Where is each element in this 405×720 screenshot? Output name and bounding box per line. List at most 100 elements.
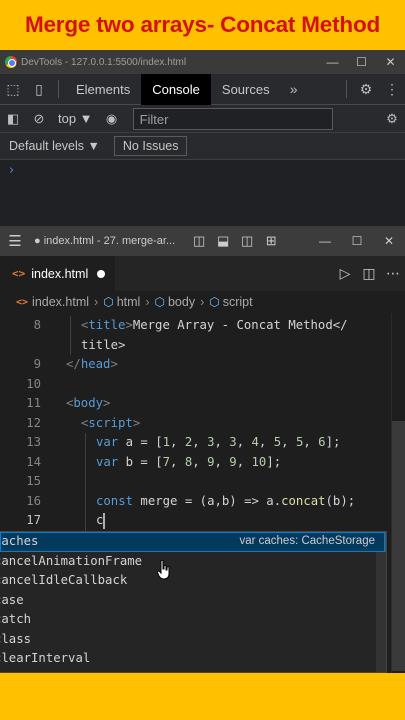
code-line[interactable]: 17 c — [0, 511, 405, 531]
toggle-panel-icon[interactable]: ⬓ — [211, 233, 235, 249]
device-toolbar-icon[interactable]: ▯ — [26, 81, 52, 98]
minimize-icon[interactable]: — — [318, 55, 347, 69]
code-text: <body> — [66, 396, 111, 410]
html-file-icon: <> — [12, 267, 26, 280]
unsaved-dot-icon[interactable] — [97, 269, 106, 278]
hamburger-menu-icon[interactable]: ☰ — [0, 232, 30, 250]
code-text: title> — [81, 337, 126, 352]
suggestion-label: clearInterval — [0, 651, 91, 665]
code-text: <script> — [81, 415, 141, 430]
vscode-minimize-icon[interactable]: — — [309, 234, 341, 248]
suggestion-widget[interactable]: caches var caches: CacheStorage cancelAnim… — [0, 531, 387, 673]
element-cube-icon: ⬡ — [154, 295, 165, 309]
vscode-titlebar: ☰ ● index.html - 27. merge-ar... ◫ ⬓ ◫ ⊞… — [0, 226, 405, 256]
toggle-secondary-sidebar-icon[interactable]: ◫ — [235, 233, 259, 249]
tab-elements[interactable]: Elements — [65, 74, 141, 105]
tab-sources[interactable]: Sources — [211, 74, 281, 105]
split-editor-icon[interactable]: ◫ — [357, 266, 381, 282]
suggestion-detail: var caches: CacheStorage — [239, 535, 375, 547]
code-line[interactable]: 13 var a = [1, 2, 3, 3, 4, 5, 5, 6]; — [0, 433, 405, 453]
suggestion-item[interactable]: caches var caches: CacheStorage — [0, 532, 385, 552]
code-line[interactable]: 9 </head> — [0, 355, 405, 375]
settings-gear-icon[interactable]: ⚙ — [353, 81, 379, 98]
line-number: 11 — [26, 396, 41, 410]
chrome-icon — [5, 56, 17, 68]
code-line[interactable]: 11 <body> — [0, 394, 405, 414]
issues-button[interactable]: No Issues — [113, 136, 188, 156]
code-text: </head> — [66, 357, 118, 371]
live-expression-eye-icon[interactable]: ◉ — [99, 111, 125, 127]
code-line[interactable]: 12 <script> — [0, 414, 405, 434]
code-line[interactable]: 10 — [0, 375, 405, 395]
line-number: 14 — [26, 454, 41, 469]
editor-tab-index-html[interactable]: <> index.html — [0, 256, 116, 291]
maximize-icon[interactable]: ☐ — [347, 55, 376, 69]
line-number: 13 — [26, 435, 41, 449]
console-toolbar: ◧ ⊘ top ▼ ◉ Filter ⚙ — [0, 105, 405, 133]
context-selector[interactable]: top ▼ — [52, 111, 99, 126]
video-title: Merge two arrays- Concat Method — [24, 12, 381, 37]
breadcrumb-html[interactable]: html — [117, 295, 141, 309]
element-cube-icon: ⬡ — [103, 295, 114, 309]
devtools-window-controls: — ☐ ✕ — [318, 55, 405, 69]
customize-layout-icon[interactable]: ⊞ — [259, 233, 283, 249]
breadcrumb-body[interactable]: body — [168, 295, 195, 309]
code-text: var a = [1, 2, 3, 3, 4, 5, 5, 6]; — [96, 435, 341, 449]
console-output[interactable]: › — [0, 160, 405, 226]
editor-tabbar: <> index.html ▷ ◫ ⋯ — [0, 256, 405, 291]
suggestion-item[interactable]: case — [0, 591, 385, 611]
breadcrumb: <> index.html › ⬡ html › ⬡ body › ⬡ scri… — [0, 291, 405, 313]
video-title-banner: Merge two arrays- Concat Method — [0, 0, 405, 50]
code-line[interactable]: title> — [0, 336, 405, 356]
console-prompt-icon: › — [9, 163, 15, 178]
text-cursor — [103, 513, 105, 529]
suggestion-item[interactable]: class — [0, 630, 385, 650]
inspect-element-icon[interactable]: ⬚ — [0, 81, 26, 98]
suggestion-label: cancelIdleCallback — [0, 573, 128, 587]
code-line[interactable]: 15 — [0, 472, 405, 492]
code-line[interactable]: 16 const merge = (a,b) => a.concat(b); — [0, 492, 405, 512]
chevron-right-icon: › — [94, 295, 99, 309]
code-line[interactable]: 14 var b = [7, 8, 9, 9, 10]; — [0, 453, 405, 473]
log-levels-dropdown[interactable]: Default levels ▼ — [0, 139, 100, 153]
suggestion-item[interactable]: cancelAnimationFrame — [0, 552, 385, 572]
line-number: 16 — [26, 493, 41, 508]
console-filter-input[interactable]: Filter — [132, 107, 333, 130]
suggestion-label: case — [0, 592, 24, 607]
close-icon[interactable]: ✕ — [376, 55, 405, 69]
console-settings-gear-icon[interactable]: ⚙ — [379, 111, 405, 127]
code-line[interactable]: 8 <title>Merge Array - Concat Method</ — [0, 316, 405, 336]
chevron-right-icon: › — [145, 295, 150, 309]
more-options-icon[interactable]: ⋮ — [379, 81, 405, 98]
devtools-window-title: DevTools - 127.0.0.1:5500/index.html — [21, 56, 187, 68]
tab-console[interactable]: Console — [141, 73, 211, 105]
line-number: 10 — [26, 376, 41, 391]
line-number: 15 — [26, 474, 41, 488]
line-number: 8 — [33, 318, 41, 332]
mouse-pointer-hand-icon — [157, 560, 170, 580]
more-tabs-icon[interactable]: » — [281, 81, 307, 97]
sidebar-toggle-icon[interactable]: ◧ — [0, 111, 26, 127]
suggestion-label: class — [0, 631, 32, 646]
clear-console-icon[interactable]: ⊘ — [26, 111, 52, 127]
breadcrumb-file[interactable]: index.html — [32, 295, 89, 309]
element-cube-icon: ⬡ — [209, 295, 220, 309]
editor-more-icon[interactable]: ⋯ — [381, 266, 405, 282]
code-text: const merge = (a,b) => a.concat(b); — [96, 493, 356, 508]
suggestion-item[interactable]: cancelIdleCallback — [0, 571, 385, 591]
suggestion-item[interactable]: catch — [0, 610, 385, 630]
vscode-close-icon[interactable]: ✕ — [373, 234, 405, 248]
toggle-sidebar-icon[interactable]: ◫ — [187, 233, 211, 249]
chevron-right-icon: › — [200, 295, 205, 309]
line-number: 17 — [26, 513, 41, 527]
line-number: 12 — [26, 415, 41, 430]
suggestion-label: cancelAnimationFrame — [0, 553, 143, 568]
breadcrumb-script[interactable]: script — [223, 295, 253, 309]
editor-tab-label: index.html — [31, 266, 89, 281]
run-icon[interactable]: ▷ — [333, 266, 357, 282]
code-text: var b = [7, 8, 9, 9, 10]; — [96, 454, 282, 469]
vscode-maximize-icon[interactable]: ☐ — [341, 234, 373, 248]
code-text: <title>Merge Array - Concat Method</ — [81, 318, 348, 332]
devtools-tabbar: ⬚ ▯ Elements Console Sources » ⚙ ⋮ — [0, 73, 405, 105]
suggestion-item[interactable]: clearInterval — [0, 649, 385, 669]
